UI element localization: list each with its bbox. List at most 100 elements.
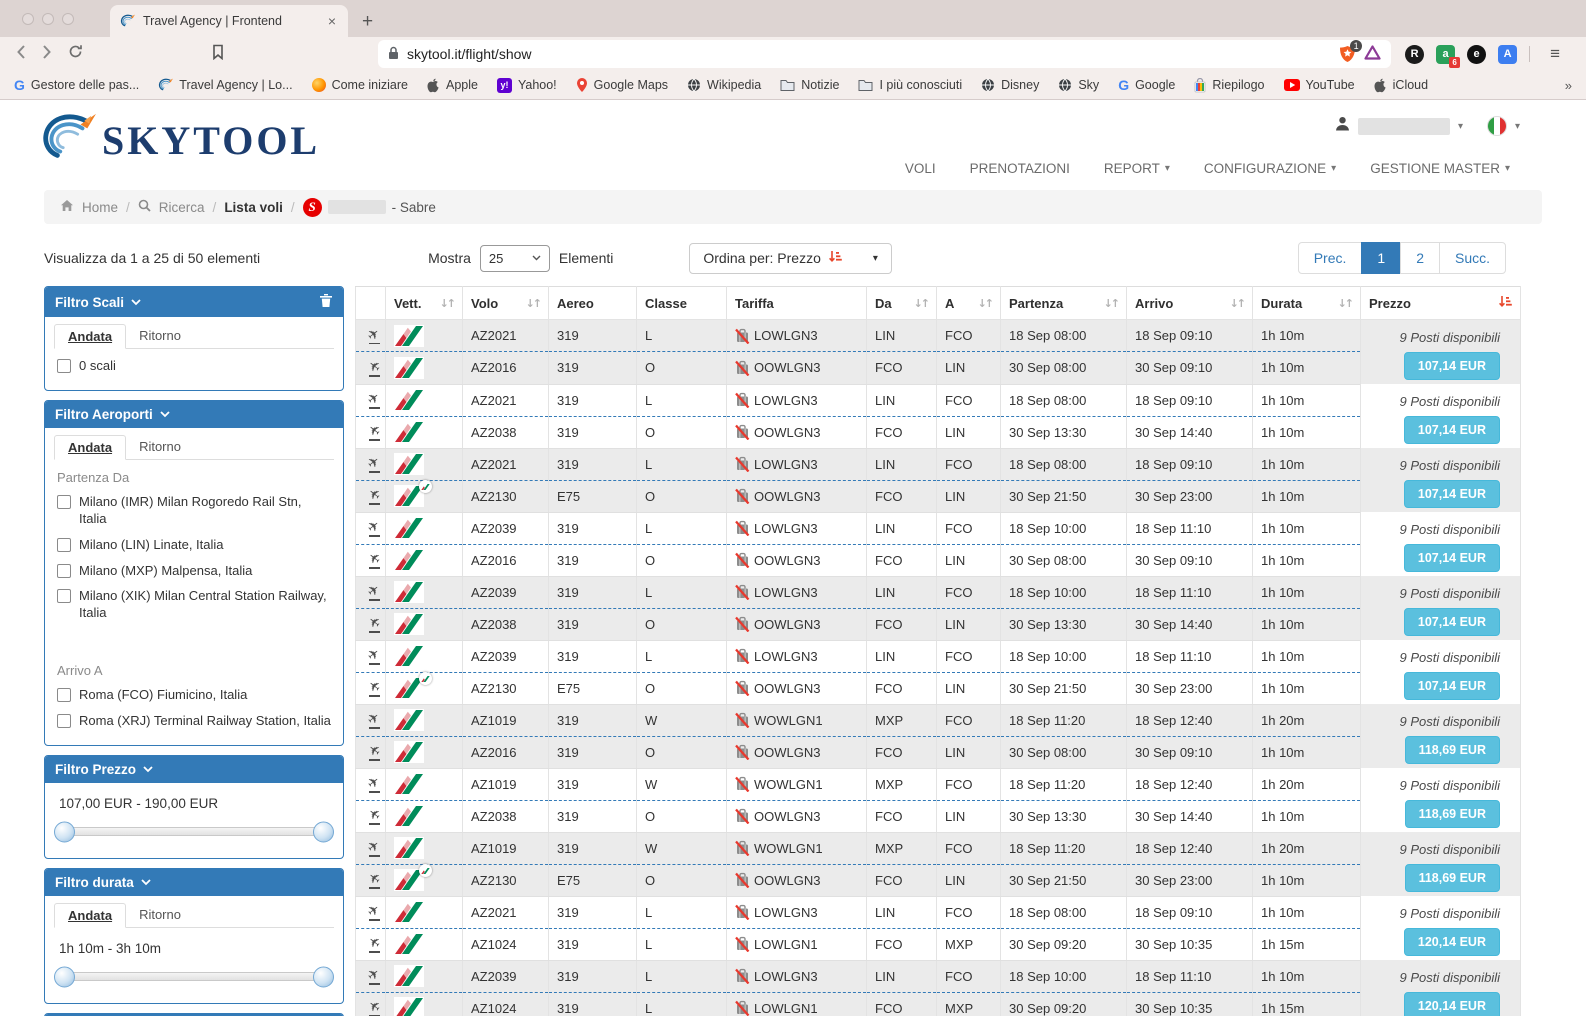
column-header-da[interactable]: Da↓↑ xyxy=(867,287,937,320)
column-header-vett[interactable]: Vett.↓↑ xyxy=(386,287,463,320)
cell-select[interactable]: ✈ xyxy=(356,864,386,896)
cell-select[interactable]: ✈ xyxy=(356,768,386,800)
cell-select[interactable]: ✈ xyxy=(356,320,386,352)
slider-handle-max[interactable] xyxy=(313,821,334,842)
forward-icon[interactable] xyxy=(42,44,52,65)
cell-select[interactable]: ✈ xyxy=(356,800,386,832)
bookmark-item[interactable]: y!Yahoo! xyxy=(497,78,557,93)
duration-range-slider[interactable] xyxy=(59,972,329,981)
pagination-prev[interactable]: Prec. xyxy=(1298,242,1363,274)
checkbox[interactable] xyxy=(57,688,71,702)
bookmark-item[interactable]: Riepilogo xyxy=(1194,78,1264,93)
tab-andata[interactable]: Andata xyxy=(54,435,126,460)
cell-select[interactable]: ✈ xyxy=(356,928,386,960)
price-select-button[interactable]: 118,69 EUR xyxy=(1405,864,1500,892)
tab-andata[interactable]: Andata xyxy=(54,324,126,349)
nav-item-prenotazioni[interactable]: PRENOTAZIONI xyxy=(970,161,1070,176)
pagination-page-1[interactable]: 1 xyxy=(1361,242,1401,274)
shield-icon[interactable]: 1 xyxy=(1339,45,1356,63)
price-select-button[interactable]: 107,14 EUR xyxy=(1404,672,1500,700)
tab-close-icon[interactable]: × xyxy=(326,13,338,29)
trash-icon[interactable] xyxy=(319,293,333,311)
extension-e-icon[interactable]: e xyxy=(1467,45,1486,64)
bookmark-item[interactable]: Notizie xyxy=(780,78,839,92)
slider-handle-max[interactable] xyxy=(313,966,334,987)
cell-select[interactable]: ✈ xyxy=(356,448,386,480)
checkbox[interactable] xyxy=(57,538,71,552)
rewards-triangle-icon[interactable] xyxy=(1364,45,1381,63)
bookmarks-overflow-icon[interactable]: » xyxy=(1565,78,1572,93)
cell-select[interactable]: ✈ xyxy=(356,352,386,384)
column-header-prezzo[interactable]: Prezzo xyxy=(1361,287,1521,320)
cell-select[interactable]: ✈ xyxy=(356,576,386,608)
cell-select[interactable]: ✈ xyxy=(356,672,386,704)
reload-icon[interactable] xyxy=(68,44,83,64)
pagination-page-2[interactable]: 2 xyxy=(1400,242,1440,274)
cell-select[interactable]: ✈ xyxy=(356,832,386,864)
column-header-partenza[interactable]: Partenza↓↑ xyxy=(1001,287,1127,320)
tab-ritorno[interactable]: Ritorno xyxy=(126,324,194,348)
nav-item-gestione-master[interactable]: GESTIONE MASTER▾ xyxy=(1370,161,1510,176)
pagination-next[interactable]: Succ. xyxy=(1439,242,1506,274)
cell-select[interactable]: ✈ xyxy=(356,992,386,1016)
user-menu[interactable]: ▾ ▾ xyxy=(1335,116,1520,136)
back-icon[interactable] xyxy=(16,44,26,65)
menu-icon[interactable]: ≡ xyxy=(1542,44,1568,64)
window-zoom-button[interactable] xyxy=(62,13,74,25)
new-tab-button[interactable]: + xyxy=(348,11,387,37)
bookmark-item[interactable]: Disney xyxy=(981,78,1039,92)
cell-select[interactable]: ✈ xyxy=(356,512,386,544)
tab-ritorno[interactable]: Ritorno xyxy=(126,903,194,927)
cell-select[interactable]: ✈ xyxy=(356,640,386,672)
language-flag-icon[interactable] xyxy=(1487,116,1507,136)
bookmark-item[interactable]: I più conosciuti xyxy=(858,78,962,92)
cell-select[interactable]: ✈ xyxy=(356,416,386,448)
column-header-durata[interactable]: Durata↓↑ xyxy=(1253,287,1361,320)
column-header-a[interactable]: A↓↑ xyxy=(937,287,1001,320)
filter-scali-header[interactable]: Filtro Scali xyxy=(45,287,343,317)
nav-item-voli[interactable]: VOLI xyxy=(905,161,936,176)
price-select-button[interactable]: 107,14 EUR xyxy=(1404,352,1500,380)
bookmark-item[interactable]: Wikipedia xyxy=(687,78,761,92)
breadcrumb-search[interactable]: Ricerca xyxy=(159,200,205,215)
cell-select[interactable]: ✈ xyxy=(356,608,386,640)
cell-select[interactable]: ✈ xyxy=(356,704,386,736)
window-close-button[interactable] xyxy=(22,13,34,25)
checkbox[interactable] xyxy=(57,359,71,373)
brand-logo[interactable]: SKYTOOL xyxy=(40,112,320,169)
extension-r-icon[interactable]: R xyxy=(1405,45,1424,64)
cell-select[interactable]: ✈ xyxy=(356,960,386,992)
bookmark-item[interactable]: Travel Agency | Lo... xyxy=(158,78,292,92)
bookmark-item[interactable]: YouTube xyxy=(1284,78,1355,92)
checkbox[interactable] xyxy=(57,495,71,509)
checkbox[interactable] xyxy=(57,714,71,728)
window-minimize-button[interactable] xyxy=(42,13,54,25)
cell-select[interactable]: ✈ xyxy=(356,544,386,576)
filter-prezzo-header[interactable]: Filtro Prezzo xyxy=(45,756,343,783)
price-select-button[interactable]: 120,14 EUR xyxy=(1404,928,1500,956)
checkbox[interactable] xyxy=(57,589,71,603)
bookmark-item[interactable]: Sky xyxy=(1058,78,1099,92)
cell-select[interactable]: ✈ xyxy=(356,736,386,768)
url-bar[interactable]: skytool.it/flight/show 1 xyxy=(378,40,1391,68)
bookmark-item[interactable]: Apple xyxy=(427,78,478,93)
cell-select[interactable]: ✈ xyxy=(356,896,386,928)
bookmark-item[interactable]: GGoogle xyxy=(1118,77,1175,93)
price-range-slider[interactable] xyxy=(59,827,329,836)
price-select-button[interactable]: 107,14 EUR xyxy=(1404,480,1500,508)
bookmark-item[interactable]: GGestore delle pas... xyxy=(14,77,139,93)
nav-item-configurazione[interactable]: CONFIGURAZIONE▾ xyxy=(1204,161,1336,176)
tab-ritorno[interactable]: Ritorno xyxy=(126,435,194,459)
translate-icon[interactable]: A xyxy=(1498,45,1517,64)
price-select-button[interactable]: 120,14 EUR xyxy=(1404,992,1500,1016)
slider-handle-min[interactable] xyxy=(54,966,75,987)
per-page-select[interactable]: 25 xyxy=(480,245,550,272)
column-header-arrivo[interactable]: Arrivo↓↑ xyxy=(1127,287,1253,320)
sort-dropdown[interactable]: Ordina per: Prezzo ▾ xyxy=(689,243,892,274)
bookmark-item[interactable]: Google Maps xyxy=(576,77,668,93)
breadcrumb-home[interactable]: Home xyxy=(82,200,118,215)
checkbox[interactable] xyxy=(57,564,71,578)
price-select-button[interactable]: 107,14 EUR xyxy=(1404,416,1500,444)
price-select-button[interactable]: 107,14 EUR xyxy=(1404,544,1500,572)
browser-tab[interactable]: Travel Agency | Frontend × xyxy=(110,5,348,37)
